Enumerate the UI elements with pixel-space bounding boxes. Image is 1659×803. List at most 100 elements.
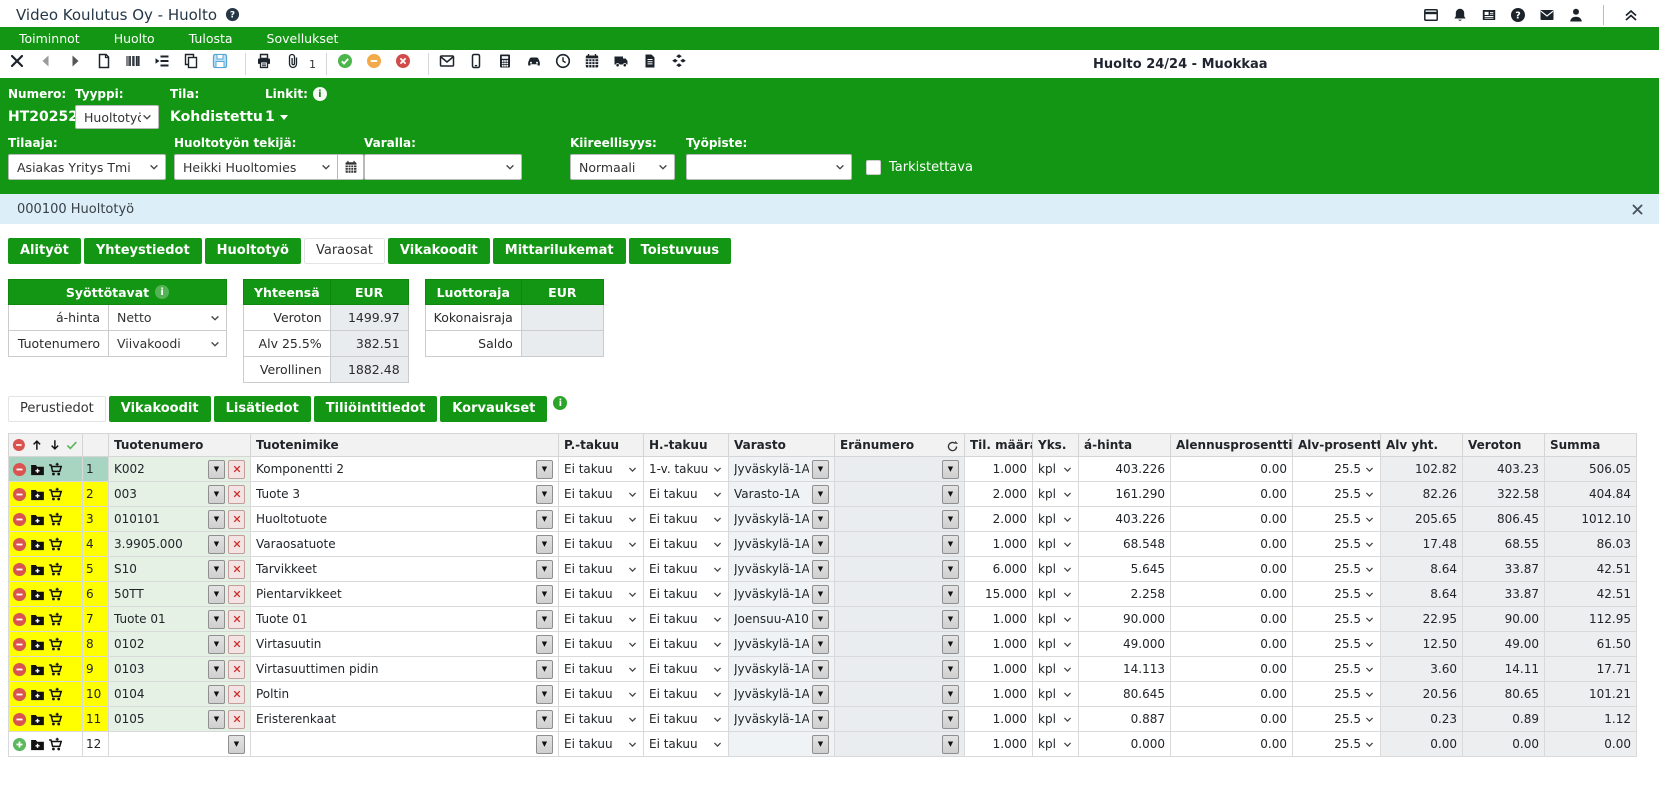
cell-tuotenimike[interactable]: Virtasuutin bbox=[251, 632, 559, 657]
folder-plus-icon[interactable] bbox=[30, 537, 45, 552]
dropdown-button[interactable] bbox=[536, 460, 553, 479]
info-icon[interactable] bbox=[553, 396, 567, 410]
cell-h-takuu[interactable]: Ei takuu bbox=[644, 682, 729, 707]
p-takuu-select[interactable]: Ei takuu bbox=[564, 662, 638, 676]
alv-prosentti-select[interactable]: 25.5 bbox=[1298, 662, 1375, 676]
cell-a-hinta[interactable]: 403.226 bbox=[1079, 457, 1171, 482]
printer-icon[interactable] bbox=[256, 53, 280, 75]
yks-select[interactable]: kpl bbox=[1038, 537, 1073, 551]
arrow-down-icon[interactable] bbox=[48, 438, 62, 452]
cell-varasto[interactable]: Jyväskylä-1A bbox=[729, 557, 835, 582]
folder-plus-icon[interactable] bbox=[30, 487, 45, 502]
cell-yks[interactable]: kpl bbox=[1033, 607, 1079, 632]
cell-tuotenumero[interactable]: 0103 bbox=[109, 657, 251, 682]
cell-tuotenimike[interactable]: Eristerenkaat bbox=[251, 707, 559, 732]
folder-plus-icon[interactable] bbox=[30, 587, 45, 602]
cell-alv-prosentti[interactable]: 25.5 bbox=[1293, 732, 1381, 757]
dropdown-button[interactable] bbox=[812, 585, 829, 604]
cell-varasto[interactable]: Jyväskylä-1A bbox=[729, 707, 835, 732]
yks-select[interactable]: kpl bbox=[1038, 587, 1073, 601]
minus-circle-icon[interactable] bbox=[12, 712, 27, 727]
cell-yks[interactable]: kpl bbox=[1033, 457, 1079, 482]
p-takuu-select[interactable]: Ei takuu bbox=[564, 462, 638, 476]
cell-a-hinta[interactable]: 5.645 bbox=[1079, 557, 1171, 582]
minus-circle-icon[interactable] bbox=[12, 612, 27, 627]
folder-plus-icon[interactable] bbox=[30, 462, 45, 477]
h-takuu-select[interactable]: Ei takuu bbox=[649, 662, 723, 676]
folder-plus-icon[interactable] bbox=[30, 512, 45, 527]
tyopiste-select[interactable] bbox=[686, 154, 852, 180]
cart-plus-icon[interactable] bbox=[48, 487, 63, 502]
cart-plus-icon[interactable] bbox=[48, 537, 63, 552]
cell-h-takuu[interactable]: Ei takuu bbox=[644, 657, 729, 682]
cell-yks[interactable]: kpl bbox=[1033, 582, 1079, 607]
cart-plus-icon[interactable] bbox=[48, 512, 63, 527]
p-takuu-select[interactable]: Ei takuu bbox=[564, 712, 638, 726]
cell-tuotenimike[interactable]: Virtasuuttimen pidin bbox=[251, 657, 559, 682]
close-icon[interactable] bbox=[1631, 203, 1644, 216]
cell-p-takuu[interactable]: Ei takuu bbox=[559, 482, 644, 507]
cell-eranumero[interactable] bbox=[835, 532, 965, 557]
cell-alennusprosentti[interactable]: 0.00 bbox=[1171, 657, 1293, 682]
cell-eranumero[interactable] bbox=[835, 557, 965, 582]
cart-plus-icon[interactable] bbox=[48, 737, 63, 752]
h-takuu-select[interactable]: Ei takuu bbox=[649, 487, 723, 501]
varalla-select[interactable] bbox=[364, 154, 522, 180]
clear-product-button[interactable] bbox=[228, 510, 245, 529]
dropdown-button[interactable] bbox=[812, 535, 829, 554]
tab-detail-perustiedot[interactable]: Perustiedot bbox=[8, 396, 106, 422]
p-takuu-select[interactable]: Ei takuu bbox=[564, 687, 638, 701]
minus-circle-icon[interactable] bbox=[12, 537, 27, 552]
dropdown-button[interactable] bbox=[942, 560, 959, 579]
cell-tuotenimike[interactable]: Tuote 01 bbox=[251, 607, 559, 632]
paperclip-icon[interactable] bbox=[285, 53, 309, 75]
folder-plus-icon[interactable] bbox=[30, 712, 45, 727]
dropdown-button[interactable] bbox=[536, 535, 553, 554]
dropdown-button[interactable] bbox=[942, 510, 959, 529]
dropdown-button[interactable] bbox=[536, 635, 553, 654]
menu-item-toiminnot[interactable]: Toiminnot bbox=[2, 27, 97, 50]
worklist-icon[interactable] bbox=[154, 53, 178, 75]
dropdown-button[interactable] bbox=[942, 735, 959, 754]
h-takuu-select[interactable]: Ei takuu bbox=[649, 737, 723, 751]
calculator-icon[interactable] bbox=[497, 53, 521, 75]
user-icon[interactable] bbox=[1568, 7, 1584, 23]
cell-tuotenimike[interactable]: Varaosatuote bbox=[251, 532, 559, 557]
alv-prosentti-select[interactable]: 25.5 bbox=[1298, 737, 1375, 751]
truck-icon[interactable] bbox=[613, 53, 637, 75]
dropdown-button[interactable] bbox=[942, 660, 959, 679]
dropdown-button[interactable] bbox=[536, 710, 553, 729]
cell-varasto[interactable]: Varasto-1A bbox=[729, 482, 835, 507]
cell-a-hinta[interactable]: 68.548 bbox=[1079, 532, 1171, 557]
cell-alennusprosentti[interactable]: 0.00 bbox=[1171, 582, 1293, 607]
tab-detail-lisatiedot[interactable]: Lisätiedot bbox=[214, 396, 311, 422]
cell-til-maara[interactable]: 1.000 bbox=[965, 457, 1033, 482]
cell-p-takuu[interactable]: Ei takuu bbox=[559, 607, 644, 632]
cart-plus-icon[interactable] bbox=[48, 587, 63, 602]
cell-alv-prosentti[interactable]: 25.5 bbox=[1293, 607, 1381, 632]
dropdown-button[interactable] bbox=[536, 585, 553, 604]
cell-alennusprosentti[interactable]: 0.00 bbox=[1171, 682, 1293, 707]
cell-tuotenimike[interactable]: Komponentti 2 bbox=[251, 457, 559, 482]
cell-eranumero[interactable] bbox=[835, 582, 965, 607]
refresh-icon[interactable] bbox=[946, 440, 959, 453]
cell-p-takuu[interactable]: Ei takuu bbox=[559, 557, 644, 582]
yks-select[interactable]: kpl bbox=[1038, 612, 1073, 626]
h-takuu-select[interactable]: Ei takuu bbox=[649, 612, 723, 626]
h-takuu-select[interactable]: 1-v. takuu bbox=[649, 462, 723, 476]
cell-p-takuu[interactable]: Ei takuu bbox=[559, 682, 644, 707]
cell-til-maara[interactable]: 2.000 bbox=[965, 507, 1033, 532]
cell-tuotenumero[interactable]: 0102 bbox=[109, 632, 251, 657]
cell-varasto[interactable]: Jyväskylä-1A bbox=[729, 507, 835, 532]
minus-circle-icon[interactable] bbox=[12, 587, 27, 602]
cell-alennusprosentti[interactable]: 0.00 bbox=[1171, 457, 1293, 482]
cell-alv-prosentti[interactable]: 25.5 bbox=[1293, 482, 1381, 507]
reject-icon[interactable] bbox=[395, 53, 419, 75]
cell-alennusprosentti[interactable]: 0.00 bbox=[1171, 632, 1293, 657]
dropdown-button[interactable] bbox=[208, 460, 225, 479]
dropdown-button[interactable] bbox=[812, 710, 829, 729]
cell-til-maara[interactable]: 2.000 bbox=[965, 482, 1033, 507]
cell-alennusprosentti[interactable]: 0.00 bbox=[1171, 607, 1293, 632]
cell-a-hinta[interactable]: 49.000 bbox=[1079, 632, 1171, 657]
help-filled-icon[interactable]: ? bbox=[1510, 7, 1526, 23]
